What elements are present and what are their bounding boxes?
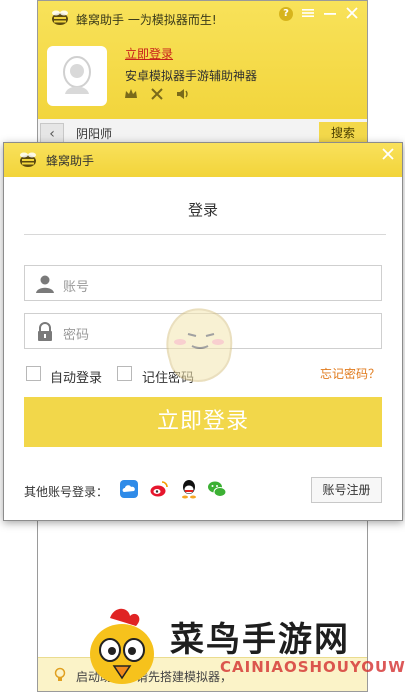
- auto-login-checkbox[interactable]: [26, 366, 41, 381]
- menu-icon[interactable]: [301, 7, 315, 21]
- login-button[interactable]: 立即登录: [24, 397, 382, 447]
- user-icon: [36, 275, 54, 293]
- bulb-icon: [54, 667, 66, 681]
- badge-icons: [124, 87, 190, 101]
- bee-logo-icon: [20, 152, 36, 167]
- crown-icon[interactable]: [124, 87, 138, 101]
- dialog-titlebar[interactable]: 蜂窝助手: [4, 143, 402, 177]
- lock-icon: [38, 322, 52, 341]
- search-button[interactable]: 搜索: [319, 122, 367, 144]
- login-heading: 登录: [187, 201, 218, 219]
- avatar-icon: [63, 56, 91, 94]
- avatar[interactable]: [47, 46, 107, 106]
- watermark-en: CAINIAOSHOUYOUWANG: [220, 658, 405, 676]
- remember-password-checkbox[interactable]: [117, 366, 132, 381]
- mascot-watermark-icon: [166, 308, 233, 382]
- cloud-icon[interactable]: [119, 479, 139, 499]
- search-query[interactable]: 阴阳师: [76, 125, 112, 142]
- forgot-password-link[interactable]: 忘记密码？: [320, 365, 380, 382]
- slogan: 安卓模拟器手游辅助神器: [125, 69, 258, 83]
- other-accounts-label: 其他账号登录：: [24, 485, 109, 499]
- login-link[interactable]: 立即登录: [125, 45, 173, 62]
- register-button[interactable]: 账号注册: [311, 477, 382, 503]
- qq-icon[interactable]: [179, 479, 199, 499]
- screen: 蜂窝助手 一为模拟器而生! ? 立即登录 安卓模拟器手游辅助神器 ‹ 阴阳师 搜…: [0, 0, 405, 692]
- account-placeholder: 账号: [63, 280, 90, 295]
- minimize-icon[interactable]: [323, 7, 337, 21]
- wechat-icon[interactable]: [207, 479, 227, 499]
- password-placeholder: 密码: [63, 328, 90, 343]
- swords-icon[interactable]: [150, 87, 164, 101]
- close-icon[interactable]: [345, 7, 359, 21]
- weibo-icon[interactable]: [149, 479, 169, 499]
- auto-login-label[interactable]: 自动登录: [50, 367, 102, 386]
- bee-logo-icon: [52, 10, 68, 25]
- speaker-icon[interactable]: [176, 87, 190, 101]
- watermark-cn: 菜鸟手游网: [170, 620, 350, 660]
- dialog-title: 蜂窝助手: [46, 154, 95, 168]
- main-window-title: 蜂窝助手 一为模拟器而生!: [76, 13, 217, 27]
- close-icon[interactable]: [380, 147, 396, 163]
- window-controls: ?: [279, 7, 359, 21]
- help-icon[interactable]: ?: [279, 7, 293, 21]
- account-input[interactable]: 账号: [24, 265, 382, 301]
- main-header: 蜂窝助手 一为模拟器而生! ? 立即登录 安卓模拟器手游辅助神器: [38, 1, 367, 119]
- divider: [24, 234, 386, 235]
